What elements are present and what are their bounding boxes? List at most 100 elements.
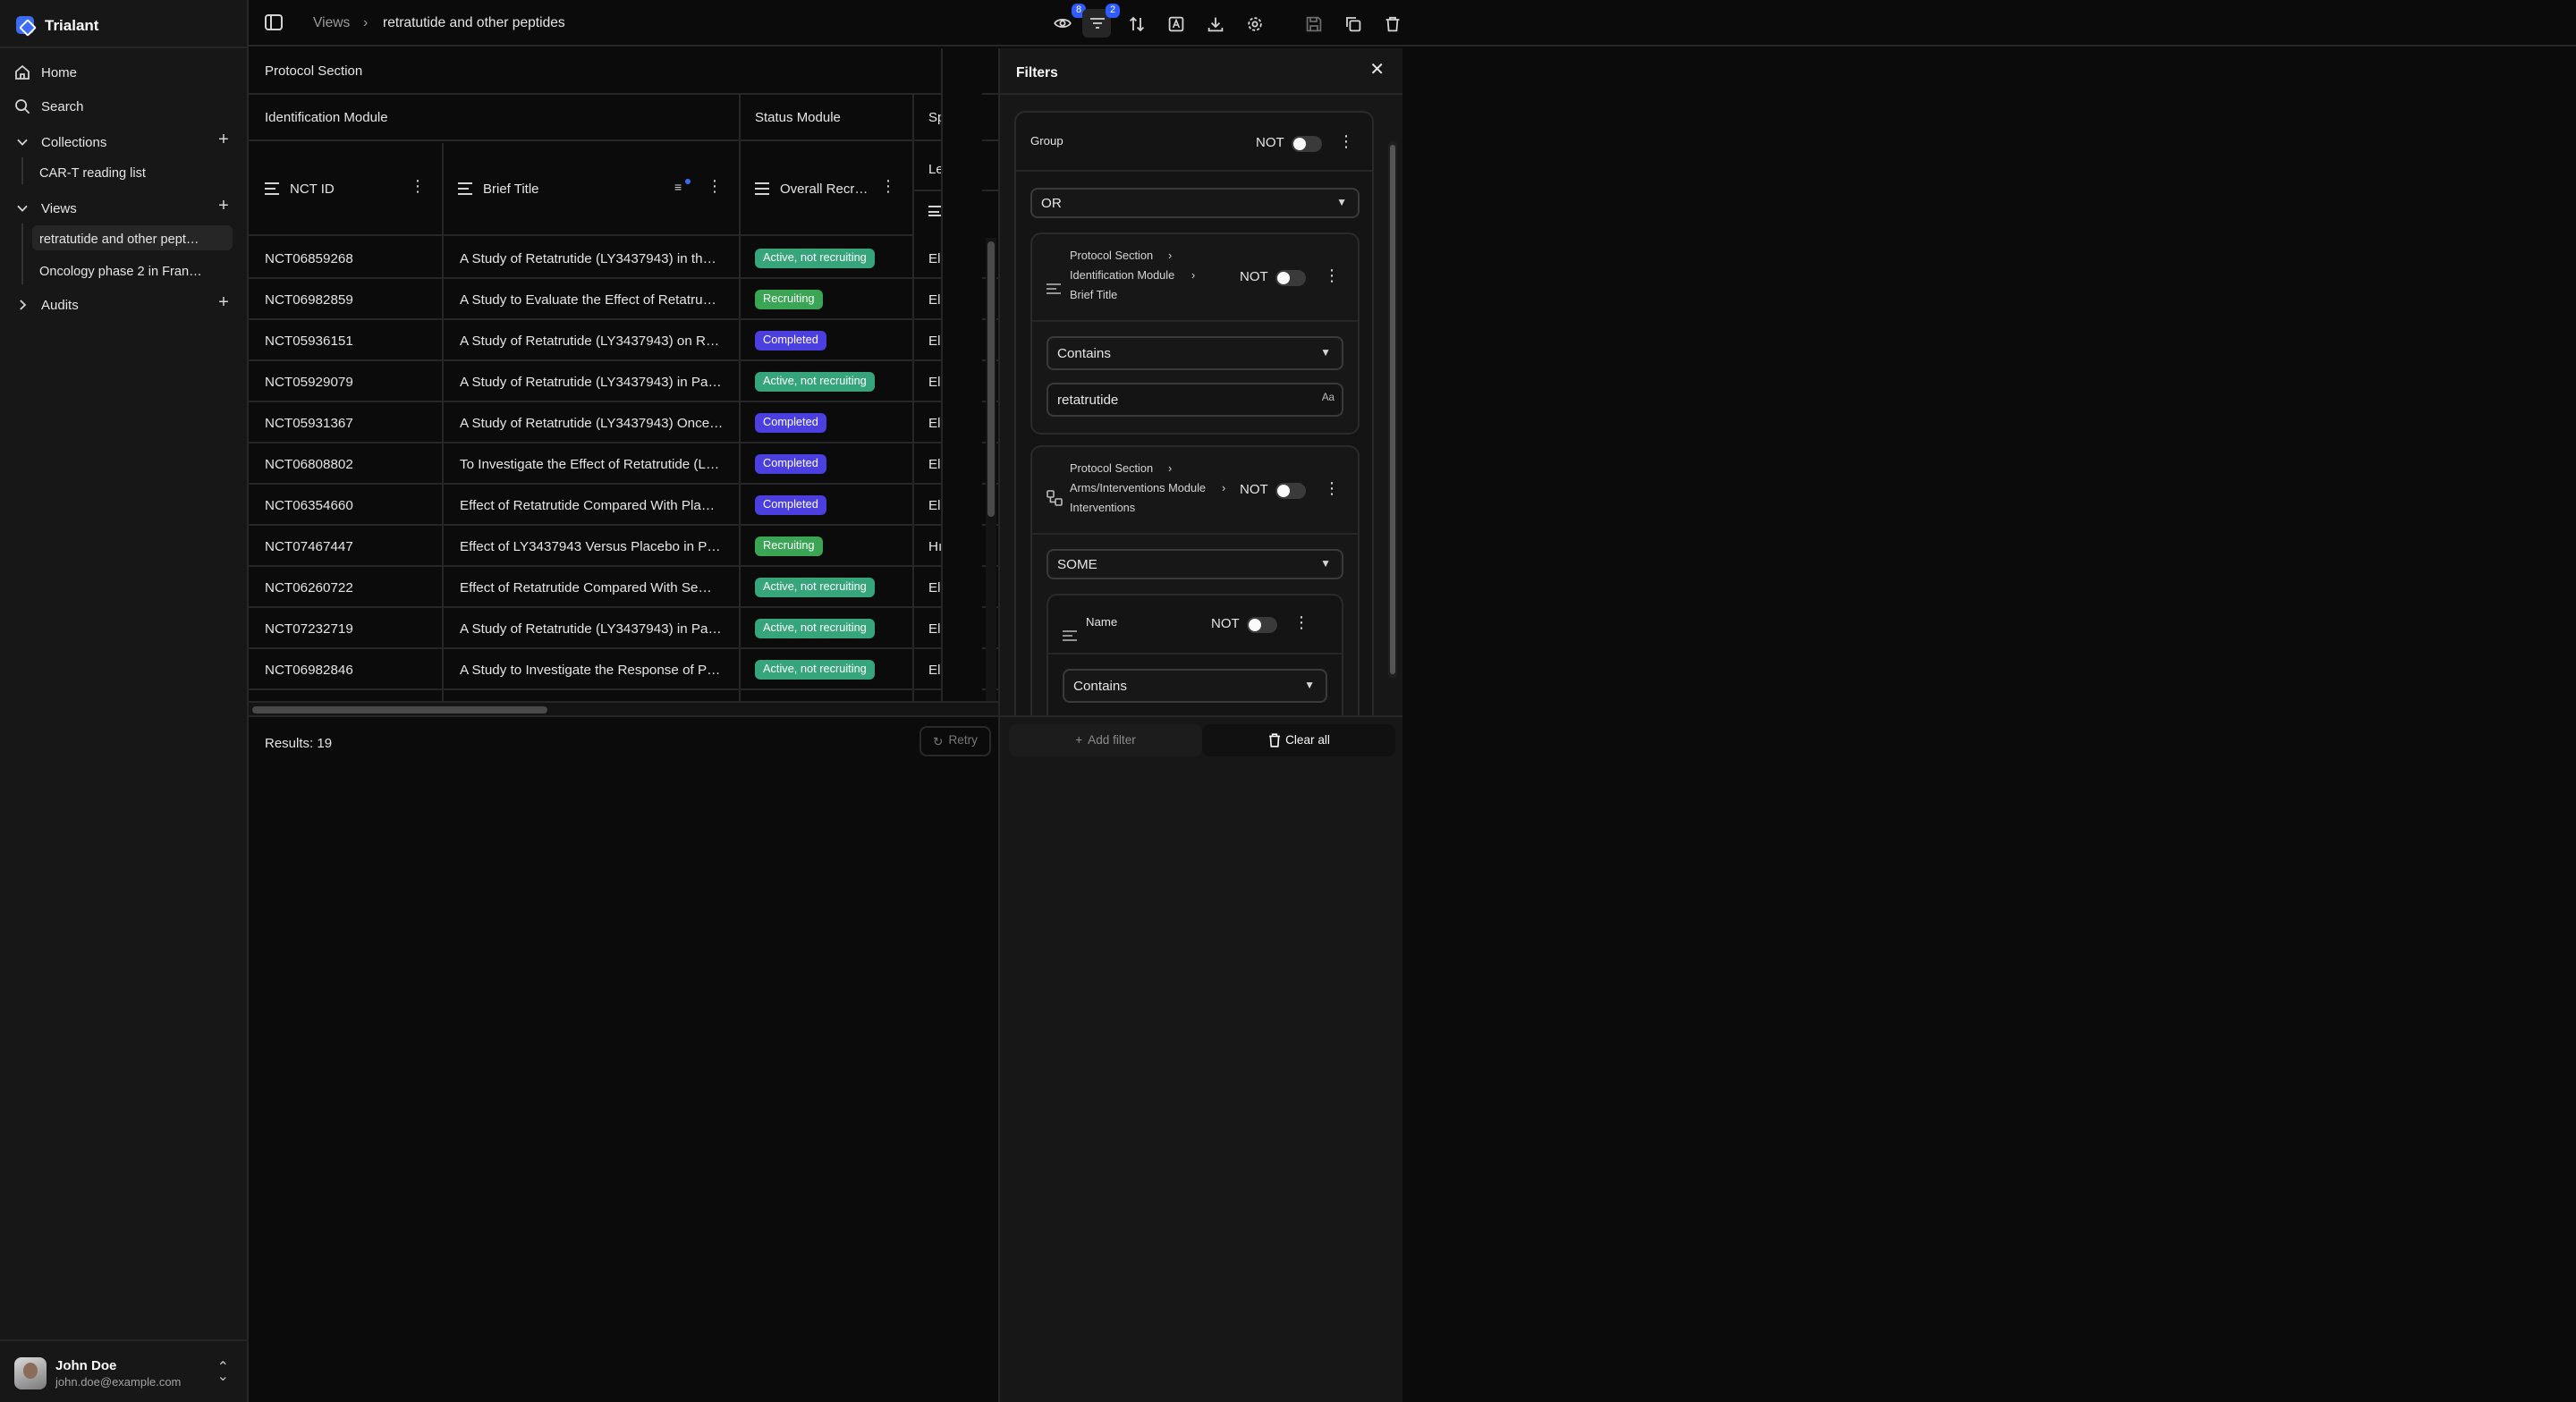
filter-menu-icon[interactable]: ⋮ [1324, 267, 1340, 284]
table-row[interactable]: NCT05936151 A Study of Retatrutide (LY343… [249, 320, 998, 361]
settings-button[interactable] [1240, 9, 1268, 38]
group-label: Group [1030, 136, 1063, 148]
add-audit-button[interactable]: + [215, 293, 233, 315]
column-header-nct-id[interactable]: NCT ID ⋮ [249, 143, 442, 236]
filter-path-field: Brief Title [1070, 290, 1118, 302]
sidebar-item-home[interactable]: Home [14, 59, 233, 84]
table-row[interactable]: NCT06982846 A Study to Investigate the Re… [249, 649, 998, 690]
scrollbar-thumb[interactable] [987, 241, 995, 517]
filter-not-toggle[interactable] [1275, 483, 1306, 499]
scrollbar-thumb[interactable] [1390, 145, 1395, 674]
text-type-icon [265, 182, 279, 195]
filter-menu-icon[interactable]: ⋮ [1324, 480, 1340, 497]
column-menu-icon[interactable]: ⋮ [880, 178, 896, 195]
add-view-button[interactable]: + [215, 197, 233, 218]
column-header-brief-title[interactable]: Brief Title ≡ ⋮ [442, 143, 739, 236]
sidebar-section-views[interactable]: Views + [14, 195, 233, 220]
panel-scrollbar[interactable] [1388, 141, 1397, 678]
filter-operator-select[interactable]: Contains ▼ [1046, 336, 1343, 370]
relation-icon [1046, 483, 1063, 515]
breadcrumb-current: retratutide and other peptides [383, 14, 565, 30]
vertical-scrollbar[interactable] [986, 238, 996, 710]
group-not-toggle[interactable] [1292, 136, 1322, 152]
filter-condition-brief-title: Protocol Section › Identification Module… [1030, 232, 1360, 435]
table-row[interactable]: NCT05931367 A Study of Retatrutide (LY343… [249, 402, 998, 443]
table-footer: Results: 19 ↻ Retry [249, 715, 998, 764]
add-collection-button[interactable]: + [215, 131, 233, 152]
retry-button[interactable]: ↻ Retry [919, 726, 991, 756]
download-button[interactable] [1200, 9, 1229, 38]
quantifier-select[interactable]: SOME ▼ [1046, 549, 1343, 579]
cell-nct-id: NCT07232719 [265, 621, 353, 637]
match-case-icon[interactable]: Aa [1322, 393, 1335, 404]
breadcrumb-separator-icon: › [363, 14, 369, 30]
close-icon[interactable]: ✕ [1369, 61, 1385, 80]
filter-button[interactable]: 2 [1082, 4, 1120, 38]
chevron-right-icon: › [1191, 270, 1196, 283]
view-item[interactable]: Oncology phase 2 in Fran… [32, 258, 233, 283]
avatar [14, 1357, 47, 1389]
breadcrumb-views[interactable]: Views [313, 14, 350, 30]
table-row[interactable]: NCT07467447 Effect of LY3437943 Versus Pl… [249, 526, 998, 567]
filter-not-toggle[interactable] [1275, 270, 1306, 286]
text-format-button[interactable] [1161, 9, 1190, 38]
filter-path-section: Protocol Section [1070, 463, 1154, 476]
select-value: Contains [1073, 678, 1127, 694]
horizontal-scrollbar[interactable] [249, 701, 998, 715]
sort-button[interactable] [1122, 9, 1150, 38]
sub-filter-operator-select[interactable]: Contains ▼ [1063, 669, 1327, 703]
cell-brief-title: To Investigate the Effect of Retatrutide… [460, 456, 720, 472]
not-label: NOT [1211, 615, 1240, 631]
not-label: NOT [1256, 134, 1284, 150]
tree-line [21, 157, 23, 184]
column-header-overall-recruitment[interactable]: Overall Recr… ⋮ [739, 143, 912, 236]
table-row[interactable]: NCT05929079 A Study of Retatrutide (LY343… [249, 361, 998, 402]
add-filter-button[interactable]: + Add filter [1009, 724, 1202, 756]
collection-item[interactable]: CAR-T reading list [32, 159, 233, 184]
sidebar-section-collections[interactable]: Collections + [14, 129, 233, 154]
sidebar-section-audits[interactable]: Audits + [14, 291, 233, 317]
chevron-down-icon: ▼ [1320, 560, 1331, 570]
status-badge: Active, not recruiting [755, 578, 875, 597]
scrollbar-thumb[interactable] [252, 706, 547, 714]
filter-value-input[interactable]: retatrutide Aa [1046, 383, 1343, 417]
chevron-down-icon [14, 133, 30, 149]
column-menu-icon[interactable]: ⋮ [410, 178, 426, 195]
table-row[interactable]: NCT06354660 Effect of Retatrutide Compare… [249, 485, 998, 526]
visibility-button[interactable]: 8 [1048, 4, 1086, 38]
cell-nct-id: NCT06982859 [265, 291, 353, 308]
text-type-icon [1063, 619, 1077, 651]
table-row[interactable]: NCT06982859 A Study to Evaluate the Effec… [249, 279, 998, 320]
group-menu-icon[interactable]: ⋮ [1338, 133, 1354, 150]
sub-filter-menu-icon[interactable]: ⋮ [1293, 614, 1309, 631]
cell-next: El [928, 621, 941, 637]
cell-next: El [928, 374, 941, 390]
clear-all-button[interactable]: Clear all [1202, 724, 1395, 756]
save-button[interactable] [1299, 9, 1327, 38]
cell-nct-id: NCT05931367 [265, 415, 353, 431]
delete-button[interactable] [1377, 9, 1406, 38]
group-operator-select[interactable]: OR ▼ [1030, 188, 1360, 218]
sidebar-item-search[interactable]: Search [14, 93, 233, 118]
sub-filter-not-toggle[interactable] [1247, 617, 1277, 633]
column-menu-icon[interactable]: ⋮ [707, 178, 723, 195]
table-row[interactable]: NCT06808802 To Investigate the Effect of … [249, 443, 998, 485]
filters-title: Filters [1016, 64, 1058, 80]
sidebar-toggle-icon[interactable] [265, 14, 283, 30]
status-badge: Active, not recruiting [755, 660, 875, 680]
view-item-active[interactable]: retratutide and other pept… [32, 225, 233, 250]
table-row[interactable]: NCT07232719 A Study of Retatrutide (LY343… [249, 608, 998, 649]
status-badge: Recruiting [755, 536, 823, 556]
user-menu[interactable]: John Doe john.doe@example.com ⌃ ⌄ [0, 1339, 247, 1402]
filters-footer: + Add filter Clear all [1000, 715, 1402, 764]
duplicate-button[interactable] [1338, 9, 1367, 38]
table-row[interactable]: NCT06260722 Effect of Retatrutide Compare… [249, 567, 998, 608]
select-value: Contains [1057, 345, 1111, 361]
brand[interactable]: Trialant [16, 11, 98, 39]
home-icon [14, 63, 30, 80]
download-icon [1207, 16, 1223, 31]
chevron-down-icon [14, 199, 30, 215]
active-filter-icon[interactable]: ≡ [674, 179, 691, 197]
table-row[interactable]: NCT06859268 A Study of Retatrutide (LY343… [249, 238, 998, 279]
eye-icon [1054, 19, 1072, 28]
